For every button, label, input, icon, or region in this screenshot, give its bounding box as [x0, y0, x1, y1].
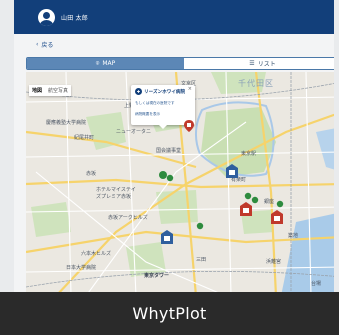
- watermark-band: WhytPlot: [0, 292, 339, 335]
- tab-map[interactable]: ⌾ MAP: [27, 58, 184, 69]
- app-page: 山田 太郎 ‹ 戻る ⌾ MAP ☰ リスト 地図 航空写真 千代田区 慶應義塾…: [14, 0, 334, 335]
- user-avatar-icon[interactable]: [38, 8, 55, 26]
- label-kioicho: 紀尾井町: [74, 135, 95, 141]
- back-label: 戻る: [41, 42, 54, 49]
- map-pin-icon: ⌾: [95, 59, 100, 67]
- map-type-satellite[interactable]: 航空写真: [45, 85, 71, 96]
- label-tokyo-sta: 東京駅: [241, 151, 257, 157]
- label-hamarikyu: 浜離宮: [266, 259, 282, 265]
- hospital-marker-red[interactable]: [184, 120, 194, 132]
- list-icon: ☰: [249, 60, 255, 67]
- label-odaiba: 台場: [311, 281, 322, 287]
- map-view[interactable]: 地図 航空写真 千代田区 上野駅 慶應義塾大学病院 紀尾井町 ニューオータニ 国…: [26, 72, 334, 296]
- label-ginza: 銀座: [264, 199, 275, 205]
- label-keio: 慶應義塾大学病院: [46, 120, 87, 126]
- chevron-left-icon: ‹: [36, 41, 39, 48]
- tab-list[interactable]: ☰ リスト: [184, 58, 334, 69]
- user-name: 山田 太郎: [61, 14, 88, 22]
- label-hotel: ホテルマイステイ ズプレミア赤坂: [96, 187, 136, 200]
- label-roppongi: 六本木ヒルズ: [81, 251, 112, 257]
- tab-map-label: MAP: [102, 60, 116, 67]
- hospital-marker-blue[interactable]: [161, 230, 173, 244]
- map-type-map[interactable]: 地図: [29, 85, 45, 96]
- label-nihon-univ: 日本大学病院: [66, 265, 97, 271]
- clinic-marker-green[interactable]: [276, 200, 284, 208]
- label-kokkai: 国会議事堂: [156, 148, 182, 154]
- label-akasaka-ark: 赤坂アークヒルズ: [108, 215, 148, 221]
- hospital-icon: ✚: [135, 88, 142, 95]
- label-new-otani: ニューオータニ: [116, 129, 152, 135]
- hospital-marker-blue[interactable]: [226, 164, 238, 178]
- close-icon[interactable]: ×: [188, 86, 192, 92]
- back-link[interactable]: ‹ 戻る: [36, 40, 53, 49]
- hospital-marker-red[interactable]: [240, 202, 252, 216]
- hospital-info-popup: × ✚ リーズンホワイ病院 もしくは現在の医院です 病院概要を表示: [131, 85, 195, 129]
- label-chiyoda: 千代田区: [238, 79, 274, 88]
- label-akasaka: 赤坂: [86, 171, 97, 177]
- label-mita: 三田: [196, 257, 207, 263]
- top-bar: 山田 太郎: [14, 0, 334, 34]
- watermark-text: WhytPlot: [132, 304, 207, 323]
- clinic-marker-green[interactable]: [196, 222, 204, 230]
- view-tabs: ⌾ MAP ☰ リスト: [26, 57, 334, 70]
- tab-list-label: リスト: [257, 61, 276, 68]
- hospital-marker-red[interactable]: [271, 210, 283, 224]
- label-tsukiji: 築地: [288, 233, 299, 239]
- map-type-control: 地図 航空写真: [29, 85, 72, 96]
- popup-title: リーズンホワイ病院: [144, 89, 186, 95]
- popup-detail-link[interactable]: 病院概要を表示: [135, 112, 191, 117]
- clinic-marker-green[interactable]: [251, 196, 259, 204]
- popup-line-1: もしくは現在の医院です: [135, 101, 175, 105]
- clinic-marker-green[interactable]: [166, 174, 174, 182]
- label-tokyo-tower: 東京タワー: [144, 273, 170, 279]
